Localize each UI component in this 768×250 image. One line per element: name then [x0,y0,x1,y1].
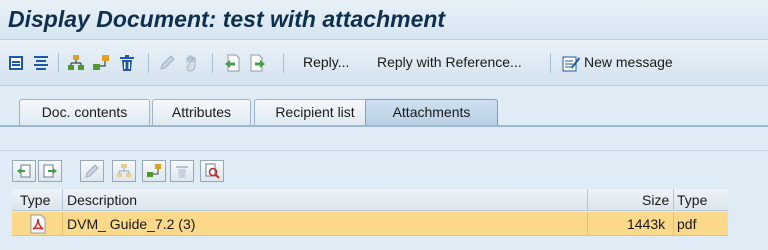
column-separator [587,212,588,236]
new-message-icon[interactable] [561,53,581,73]
main-toolbar: Reply... Reply with Reference... New mes… [0,40,768,86]
column-header-type[interactable]: Type [20,192,50,208]
toolbar-separator [212,53,213,73]
column-header-size[interactable]: Size [642,192,669,208]
column-header-filetype[interactable]: Type [677,192,707,208]
delete-icon[interactable] [170,160,194,182]
table-row[interactable]: DVM_ Guide_7.2 (3) 1443k pdf [12,212,728,236]
attachment-size: 1443k [627,216,666,232]
column-separator [587,189,588,211]
text-format-icon[interactable] [31,53,51,73]
toolbar-separator [58,53,59,73]
tree-icon[interactable] [112,160,136,182]
tab-strip: Doc. contents Attributes Recipient list … [0,86,768,126]
panel-separator [0,150,768,151]
tab-recipient-list[interactable]: Recipient list [254,99,376,126]
print-icon[interactable] [6,53,26,73]
tab-attachments[interactable]: Attachments [365,99,498,126]
find-icon[interactable] [200,160,224,182]
title-bar: Display Document: test with attachment [0,0,768,40]
attachment-filetype: pdf [677,216,697,232]
table-header: Type Description Size Type [12,189,728,211]
column-separator [62,212,63,236]
structure-icon[interactable] [91,53,111,73]
next-page-icon[interactable] [248,53,268,73]
hold-icon[interactable] [182,53,202,73]
new-message-button[interactable]: New message [584,54,673,70]
export-icon[interactable] [38,160,62,182]
toolbar-separator [550,53,551,73]
toolbar-separator [283,53,284,73]
column-separator [673,189,674,211]
toolbar-separator [148,53,149,73]
window-title: Display Document: test with attachment [8,6,446,32]
tree-icon[interactable] [66,53,86,73]
tab-attributes[interactable]: Attributes [152,99,251,126]
delete-icon[interactable] [117,53,137,73]
import-icon[interactable] [12,160,36,182]
reply-with-reference-button[interactable]: Reply with Reference... [377,54,522,70]
column-separator [62,189,63,211]
attachment-description: DVM_ Guide_7.2 (3) [67,216,196,232]
edit-icon[interactable] [157,53,177,73]
tab-doc-contents[interactable]: Doc. contents [19,99,150,126]
reply-button[interactable]: Reply... [303,54,349,70]
column-separator [673,212,674,236]
column-header-description[interactable]: Description [67,192,137,208]
previous-page-icon[interactable] [222,53,242,73]
structure-icon[interactable] [142,160,166,182]
edit-icon[interactable] [80,160,104,182]
pdf-icon [28,214,48,234]
